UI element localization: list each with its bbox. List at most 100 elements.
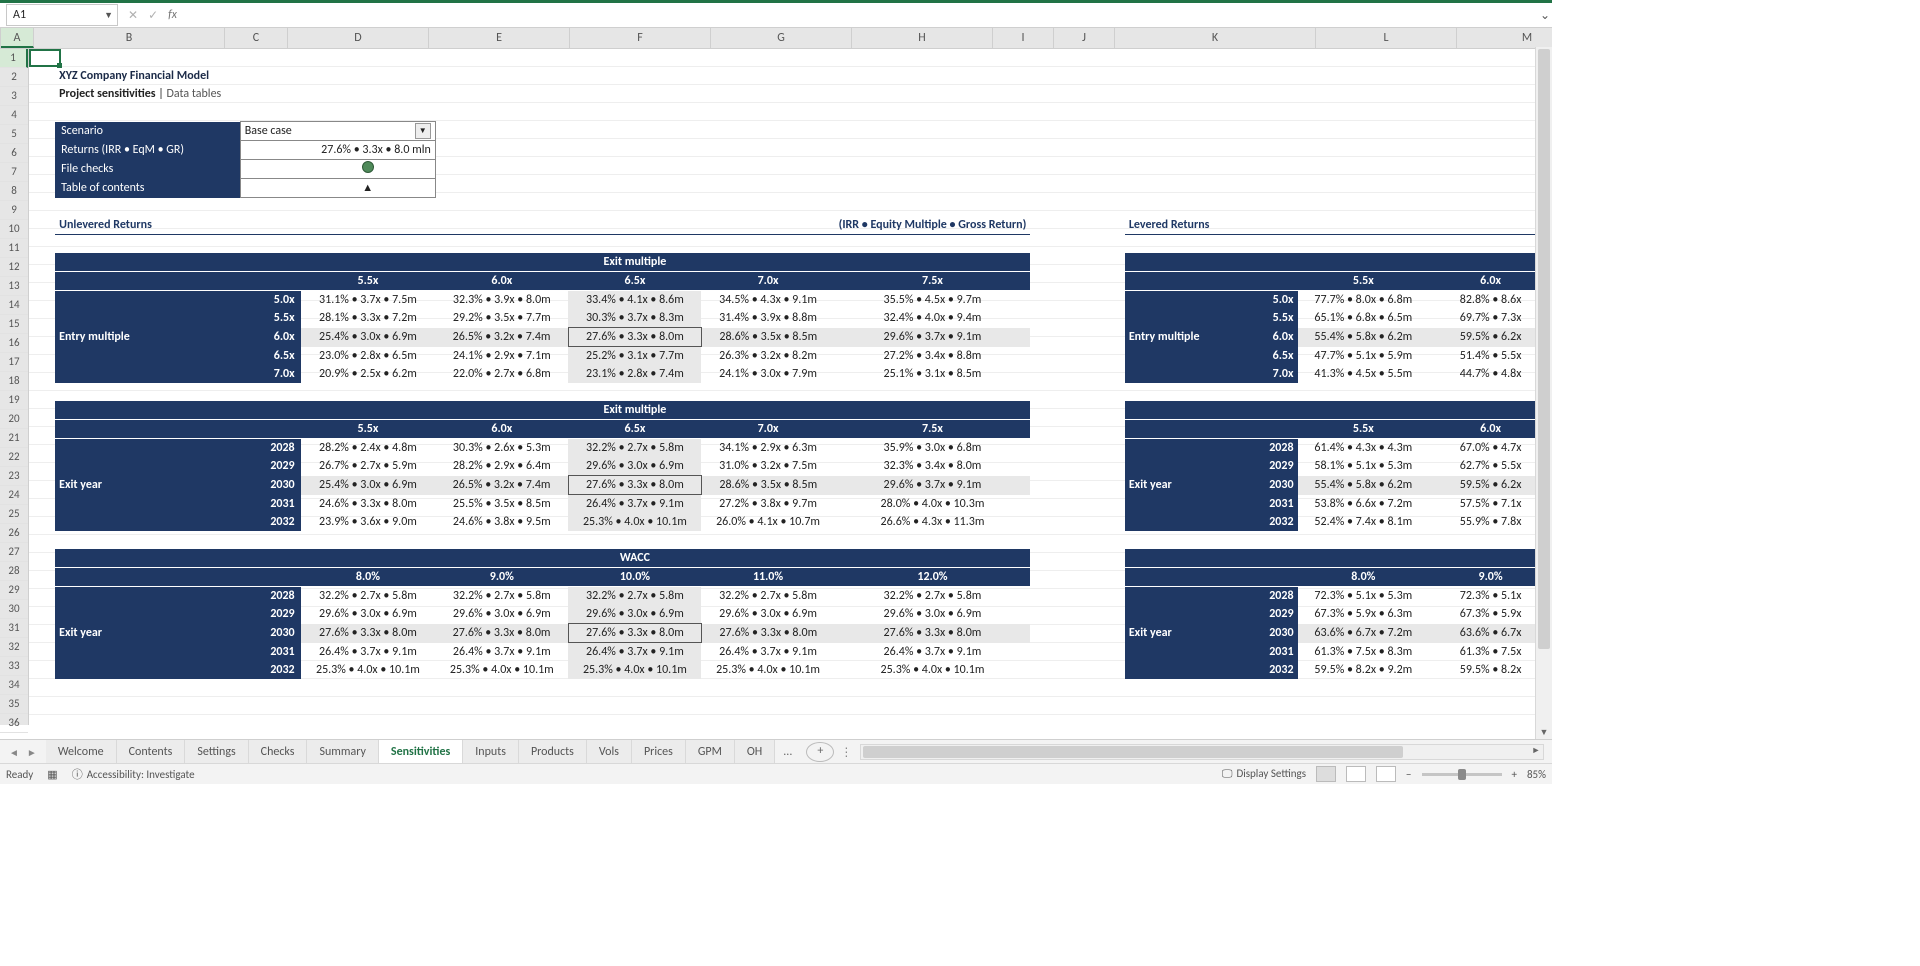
row-header[interactable]: 31: [0, 619, 28, 638]
row-header[interactable]: 7: [0, 163, 28, 182]
sheet-tab[interactable]: Inputs: [463, 740, 519, 764]
row-header[interactable]: 35: [0, 695, 28, 714]
data-cell: 25.3% • 4.0x • 10.1m: [435, 661, 568, 679]
horizontal-scrollbar[interactable]: ◄ ►: [860, 744, 1544, 760]
column-header[interactable]: J: [1054, 28, 1115, 48]
name-box[interactable]: A1 ▼: [6, 4, 118, 26]
expand-formula-icon[interactable]: ⌄: [1538, 8, 1552, 23]
row-header[interactable]: 27: [0, 543, 28, 562]
data-cell: 27.6% • 3.3x • 8.0m: [568, 624, 701, 643]
row-label: 5.5x: [240, 309, 300, 328]
row-header[interactable]: 22: [0, 448, 28, 467]
column-header[interactable]: G: [711, 28, 852, 48]
row-header[interactable]: 24: [0, 486, 28, 505]
data-cell: 20.9% • 2.5x • 6.2m: [301, 365, 436, 383]
tab-nav-first-icon[interactable]: ◄: [6, 744, 22, 761]
column-header[interactable]: F: [570, 28, 711, 48]
sheet-tab[interactable]: Vols: [587, 740, 632, 764]
sheet-tab[interactable]: Contents: [117, 740, 186, 764]
column-header[interactable]: K: [1115, 28, 1316, 48]
view-page-break-button[interactable]: [1376, 766, 1396, 782]
sheet-tab[interactable]: Products: [519, 740, 587, 764]
column-header[interactable]: I: [993, 28, 1054, 48]
sheet-tab[interactable]: Settings: [185, 740, 248, 764]
accessibility-status[interactable]: ⓘAccessibility: Investigate: [72, 766, 195, 782]
data-cell: 29.2% • 3.5x • 7.7m: [435, 309, 568, 328]
view-page-layout-button[interactable]: [1346, 766, 1366, 782]
view-normal-button[interactable]: [1316, 766, 1336, 782]
sheet-tab[interactable]: Checks: [249, 740, 308, 764]
column-header[interactable]: C: [225, 28, 288, 48]
zoom-value[interactable]: 85%: [1527, 768, 1546, 781]
row-header[interactable]: 28: [0, 562, 28, 581]
row-header[interactable]: 26: [0, 524, 28, 543]
row-header[interactable]: 6: [0, 144, 28, 163]
row-header[interactable]: 18: [0, 372, 28, 391]
data-cell: 72.3% • 5.1x: [1429, 587, 1552, 606]
row-header[interactable]: 1: [0, 49, 28, 68]
row-header[interactable]: 4: [0, 106, 28, 125]
row-header[interactable]: 21: [0, 429, 28, 448]
row-header[interactable]: 29: [0, 581, 28, 600]
row-header[interactable]: 25: [0, 505, 28, 524]
formula-input[interactable]: [187, 5, 1538, 25]
macro-record-icon[interactable]: ▦: [47, 768, 57, 781]
add-sheet-button[interactable]: +: [806, 742, 834, 762]
spreadsheet-grid[interactable]: XYZ Company Financial ModelProject sensi…: [29, 49, 1552, 725]
tab-divider-icon: ⋮: [840, 745, 852, 760]
row-header[interactable]: 16: [0, 334, 28, 353]
row-header[interactable]: 32: [0, 638, 28, 657]
row-header[interactable]: 8: [0, 182, 28, 201]
row-header[interactable]: 9: [0, 201, 28, 220]
column-header[interactable]: H: [852, 28, 993, 48]
tab-overflow[interactable]: ...: [775, 741, 800, 763]
row-header[interactable]: 12: [0, 258, 28, 277]
row-header[interactable]: 36: [0, 714, 28, 733]
row-header[interactable]: 17: [0, 353, 28, 372]
column-header[interactable]: M: [1457, 28, 1552, 48]
sheet-tab[interactable]: Sensitivities: [379, 740, 463, 765]
cancel-icon[interactable]: ✕: [128, 8, 138, 23]
row-header[interactable]: 14: [0, 296, 28, 315]
column-header[interactable]: A: [1, 28, 34, 48]
sheet-tab[interactable]: Summary: [307, 740, 378, 764]
row-header[interactable]: 33: [0, 657, 28, 676]
row-header[interactable]: 10: [0, 220, 28, 239]
display-settings-button[interactable]: 🖵Display Settings: [1222, 767, 1306, 781]
row-header[interactable]: 23: [0, 467, 28, 486]
sheet-tab[interactable]: Welcome: [46, 740, 117, 764]
column-header[interactable]: L: [1316, 28, 1457, 48]
row-header[interactable]: 11: [0, 239, 28, 258]
scrollbar-thumb[interactable]: [1538, 49, 1550, 649]
column-header[interactable]: B: [34, 28, 225, 48]
row-header[interactable]: 13: [0, 277, 28, 296]
column-header[interactable]: D: [288, 28, 429, 48]
row-header[interactable]: 5: [0, 125, 28, 144]
row-header[interactable]: 20: [0, 410, 28, 429]
scroll-right-icon[interactable]: ►: [1529, 745, 1543, 759]
fx-icon[interactable]: fx: [168, 8, 177, 22]
chevron-down-icon[interactable]: ▼: [415, 123, 431, 139]
row-header[interactable]: 2: [0, 68, 28, 87]
hscroll-thumb[interactable]: [863, 746, 1403, 758]
sheet-tab[interactable]: GPM: [686, 740, 735, 764]
scenario-dropdown[interactable]: Base case: [240, 122, 300, 141]
toc-link-icon[interactable]: ▲: [362, 181, 373, 194]
row-header[interactable]: 30: [0, 600, 28, 619]
column-header[interactable]: E: [429, 28, 570, 48]
sheet-tab[interactable]: Prices: [632, 740, 686, 764]
row-header[interactable]: 3: [0, 87, 28, 106]
row-header[interactable]: 19: [0, 391, 28, 410]
row-header[interactable]: 15: [0, 315, 28, 334]
row-header[interactable]: 34: [0, 676, 28, 695]
zoom-slider[interactable]: [1422, 773, 1502, 776]
chevron-down-icon[interactable]: ▼: [104, 10, 113, 21]
tab-nav-prev-icon[interactable]: ►: [24, 744, 40, 761]
scroll-down-icon[interactable]: ▼: [1536, 726, 1552, 740]
zoom-in-button[interactable]: +: [1512, 768, 1517, 781]
vertical-scrollbar[interactable]: ▲ ▼: [1535, 47, 1552, 740]
confirm-icon[interactable]: ✓: [148, 8, 158, 23]
data-cell: 27.6% • 3.3x • 8.0m: [835, 624, 1031, 643]
zoom-out-button[interactable]: −: [1406, 768, 1411, 781]
sheet-tab[interactable]: OH: [735, 740, 775, 764]
